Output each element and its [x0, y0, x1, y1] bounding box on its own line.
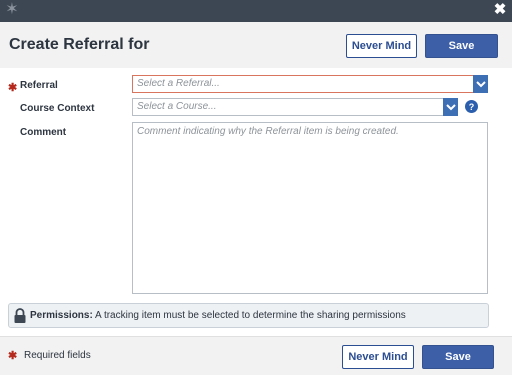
window-titlebar: ✶ ✖: [0, 0, 512, 22]
app-logo-icon: ✶: [5, 1, 19, 18]
course-placeholder: Select a Course...: [137, 101, 217, 112]
required-fields-text: Required fields: [24, 350, 91, 361]
course-context-label: Course Context: [20, 103, 95, 114]
required-marker: ✱: [8, 82, 18, 94]
referral-select[interactable]: Select a Referral...: [132, 75, 488, 93]
help-icon[interactable]: ?: [465, 100, 478, 113]
referral-label: Referral: [20, 80, 58, 91]
permissions-message: A tracking item must be selected to dete…: [95, 310, 406, 321]
chevron-down-icon[interactable]: [443, 98, 458, 116]
save-button[interactable]: Save: [425, 34, 498, 58]
lock-icon: [14, 308, 26, 323]
footer-save-button[interactable]: Save: [422, 345, 494, 369]
permissions-text: Permissions: A tracking item must be sel…: [30, 310, 406, 321]
permissions-notice: Permissions: A tracking item must be sel…: [8, 303, 489, 328]
chevron-down-icon[interactable]: [473, 75, 488, 93]
dialog-header: Create Referral for Never Mind Save: [0, 22, 512, 68]
never-mind-button[interactable]: Never Mind: [346, 34, 417, 58]
footer-never-mind-button[interactable]: Never Mind: [342, 345, 414, 369]
comment-textarea[interactable]: Comment indicating why the Referral item…: [132, 122, 488, 294]
dialog-footer: ✱ Required fields Never Mind Save: [0, 336, 512, 375]
comment-placeholder: Comment indicating why the Referral item…: [137, 126, 399, 137]
comment-label: Comment: [20, 127, 67, 138]
dialog-title: Create Referral for: [9, 36, 150, 53]
required-fields-marker: ✱: [8, 350, 18, 362]
course-select[interactable]: Select a Course...: [132, 98, 458, 116]
referral-placeholder: Select a Referral...: [137, 78, 220, 89]
close-icon[interactable]: ✖: [493, 2, 507, 18]
permissions-title: Permissions:: [30, 310, 93, 321]
